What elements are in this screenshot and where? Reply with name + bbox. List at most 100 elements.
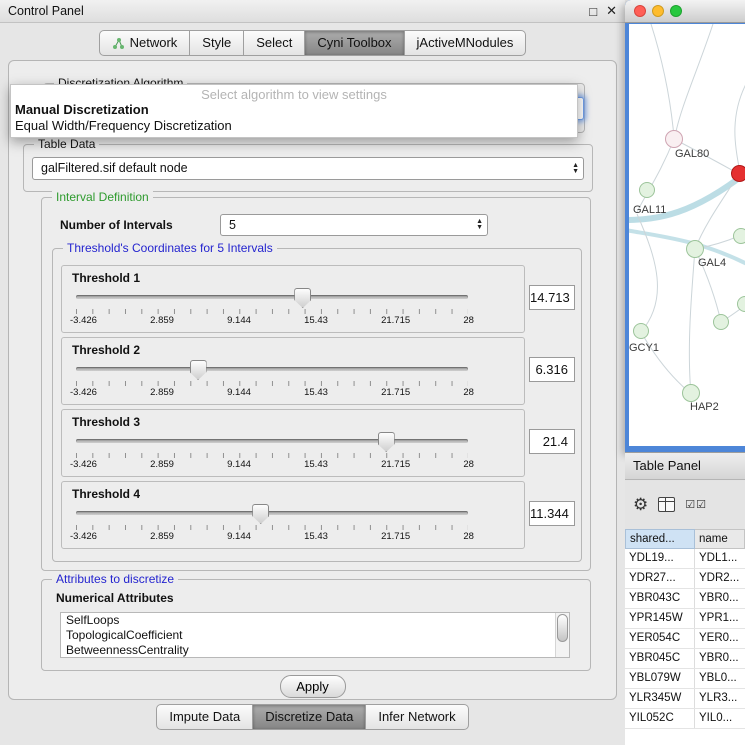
network-node-selected[interactable] bbox=[731, 165, 745, 182]
checkbox-icon: ☑ bbox=[696, 499, 707, 511]
threshold-1-slider[interactable] bbox=[76, 287, 468, 307]
slider-scale: -3.4262.8599.14415.4321.71528 bbox=[70, 387, 474, 398]
threshold-2-slider[interactable] bbox=[76, 359, 468, 379]
table-row[interactable]: YER054CYER0... bbox=[625, 629, 745, 649]
tick-label: 28 bbox=[463, 387, 474, 398]
number-of-intervals-label: Number of Intervals bbox=[60, 218, 173, 232]
network-node[interactable] bbox=[713, 314, 729, 330]
dropdown-header: Select algorithm to view settings bbox=[11, 87, 577, 102]
node-label-gal80: GAL80 bbox=[675, 148, 709, 160]
tick-label: 21.715 bbox=[381, 387, 410, 398]
tick-label: -3.426 bbox=[70, 315, 97, 326]
network-node-gal11[interactable] bbox=[639, 182, 655, 198]
threshold-1-value-field[interactable]: 14.713 bbox=[529, 285, 575, 310]
threshold-2-value-field[interactable]: 6.316 bbox=[529, 357, 575, 382]
network-node[interactable] bbox=[733, 228, 745, 244]
network-node-gal4[interactable] bbox=[686, 240, 704, 258]
table-row[interactable]: YBR043CYBR0... bbox=[625, 589, 745, 609]
attribute-items: SelfLoopsTopologicalCoefficientBetweenne… bbox=[61, 613, 569, 658]
dropdown-option-equal-width[interactable]: Equal Width/Frequency Discretization bbox=[11, 118, 577, 134]
tab-style[interactable]: Style bbox=[190, 30, 244, 56]
table-row[interactable]: YBR045CYBR0... bbox=[625, 649, 745, 669]
panel-title: Control Panel bbox=[8, 4, 580, 18]
column-header-name[interactable]: name bbox=[695, 529, 745, 549]
minimize-traffic-light[interactable] bbox=[652, 5, 664, 17]
table-row[interactable]: YDL19...YDL1... bbox=[625, 549, 745, 569]
tab-select[interactable]: Select bbox=[244, 30, 305, 56]
slider-thumb[interactable] bbox=[294, 288, 311, 308]
table-data-label: Table Data bbox=[34, 137, 99, 151]
tab-impute-data[interactable]: Impute Data bbox=[156, 704, 253, 730]
control-panel: Control Panel □ ✕ Network Style Select C… bbox=[0, 0, 626, 745]
network-view-window: GAL80 GAL11 GAL4 GCY1 HAP2 bbox=[625, 0, 745, 452]
table-row[interactable]: YLR345WYLR3... bbox=[625, 689, 745, 709]
network-node-gal80[interactable] bbox=[665, 130, 683, 148]
attribute-item[interactable]: SelfLoops bbox=[61, 613, 569, 628]
threshold-4-value-field[interactable]: 11.344 bbox=[529, 501, 575, 526]
slider-thumb[interactable] bbox=[190, 360, 207, 380]
tab-jactivemnodules[interactable]: jActiveMNodules bbox=[405, 30, 527, 56]
table-cell: YBR0... bbox=[695, 649, 745, 668]
combobox-value: 5 bbox=[221, 215, 487, 236]
close-icon[interactable]: ✕ bbox=[606, 3, 617, 19]
table-data-group: Table Data galFiltered.sif default node … bbox=[23, 144, 593, 192]
list-scrollbar[interactable] bbox=[555, 613, 569, 657]
table-cell: YDR27... bbox=[625, 569, 695, 588]
tab-label: Style bbox=[202, 31, 231, 55]
columns-icon[interactable] bbox=[658, 497, 675, 512]
threshold-3-value-field[interactable]: 21.4 bbox=[529, 429, 575, 454]
slider-track bbox=[76, 367, 468, 371]
attribute-item[interactable]: TopologicalCoefficient bbox=[61, 628, 569, 643]
network-tab-icon bbox=[112, 37, 125, 50]
float-window-icon[interactable]: □ bbox=[589, 4, 597, 19]
tab-discretize-data[interactable]: Discretize Data bbox=[253, 704, 366, 730]
apply-button[interactable]: Apply bbox=[280, 675, 346, 698]
column-checkbox-icons[interactable]: ☑☑ bbox=[685, 498, 707, 511]
gear-icon[interactable]: ⚙ bbox=[633, 496, 648, 513]
table-header: shared... name bbox=[625, 529, 745, 549]
network-canvas[interactable]: GAL80 GAL11 GAL4 GCY1 HAP2 bbox=[629, 24, 745, 446]
dropdown-option-manual-discretization[interactable]: Manual Discretization bbox=[11, 102, 577, 118]
table-row[interactable]: YIL052CYIL0... bbox=[625, 709, 745, 729]
table-toolbar: ⚙ ☑☑ bbox=[633, 493, 707, 515]
column-header-shared-name[interactable]: shared... bbox=[625, 529, 695, 549]
tick-label: -3.426 bbox=[70, 531, 97, 542]
threshold-4-slider[interactable] bbox=[76, 503, 468, 523]
tick-label: 21.715 bbox=[381, 531, 410, 542]
number-of-intervals-combobox[interactable]: 5 ▲ ▼ bbox=[220, 214, 488, 236]
combobox-stepper[interactable]: ▲ ▼ bbox=[476, 219, 483, 231]
network-node-hap2[interactable] bbox=[682, 384, 700, 402]
table-cell: YDR2... bbox=[695, 569, 745, 588]
tick-label: 28 bbox=[463, 315, 474, 326]
table-panel: ⚙ ☑☑ shared... name YDL19...YDL1...YDR27… bbox=[625, 481, 745, 745]
table-row[interactable]: YPR145WYPR1... bbox=[625, 609, 745, 629]
table-data-combobox[interactable]: galFiltered.sif default node ▲ ▼ bbox=[32, 157, 584, 180]
tab-cyni-toolbox[interactable]: Cyni Toolbox bbox=[305, 30, 404, 56]
node-label-gcy1: GCY1 bbox=[629, 342, 659, 354]
table-rows: YDL19...YDL1...YDR27...YDR2...YBR043CYBR… bbox=[625, 549, 745, 745]
numerical-attributes-list[interactable]: SelfLoopsTopologicalCoefficientBetweenne… bbox=[60, 612, 570, 658]
slider-thumb[interactable] bbox=[252, 504, 269, 524]
tick-label: 9.144 bbox=[227, 531, 251, 542]
tab-network[interactable]: Network bbox=[99, 30, 191, 56]
tab-infer-network[interactable]: Infer Network bbox=[366, 704, 468, 730]
zoom-traffic-light[interactable] bbox=[670, 5, 682, 17]
close-traffic-light[interactable] bbox=[634, 5, 646, 17]
table-cell: YLR3... bbox=[695, 689, 745, 708]
table-row[interactable]: YBL079WYBL0... bbox=[625, 669, 745, 689]
slider-thumb[interactable] bbox=[378, 432, 395, 452]
tick-label: 9.144 bbox=[227, 459, 251, 470]
table-panel-titlebar: Table Panel bbox=[625, 452, 745, 480]
threshold-3-slider[interactable] bbox=[76, 431, 468, 451]
table-row[interactable]: YDR27...YDR2... bbox=[625, 569, 745, 589]
checkbox-icon: ☑ bbox=[685, 499, 696, 511]
stepper-down-icon: ▼ bbox=[572, 169, 579, 175]
interval-definition-group: Interval Definition Number of Intervals … bbox=[41, 197, 591, 571]
tick-label: -3.426 bbox=[70, 459, 97, 470]
attribute-item[interactable]: BetweennessCentrality bbox=[61, 643, 569, 658]
threshold-label: Threshold 4 bbox=[72, 487, 140, 501]
network-node-gcy1[interactable] bbox=[633, 323, 649, 339]
combobox-stepper[interactable]: ▲ ▼ bbox=[572, 163, 579, 175]
scrollbar-thumb[interactable] bbox=[557, 614, 568, 642]
combobox-value: galFiltered.sif default node bbox=[33, 158, 583, 179]
